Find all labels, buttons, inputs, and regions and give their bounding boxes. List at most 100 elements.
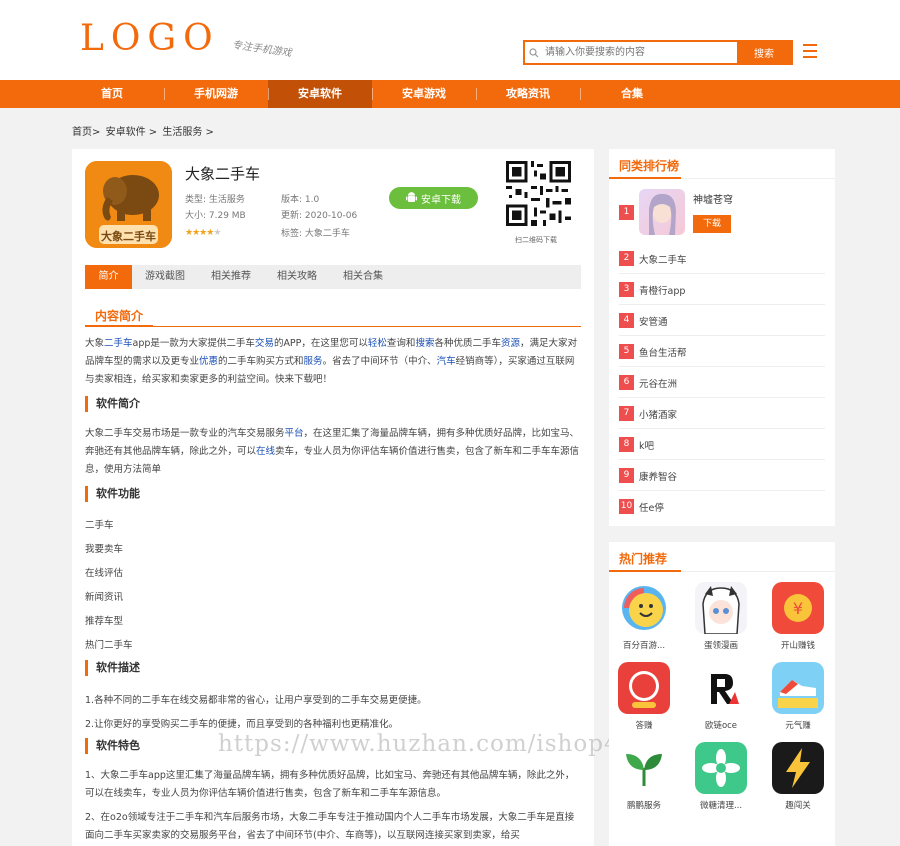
app-updated: 更新: 2020-10-06 <box>281 211 358 221</box>
flower-icon <box>695 742 747 794</box>
search-icon <box>525 42 543 63</box>
ranking-top-item[interactable]: 1 神墟苍穹 下载 <box>619 189 825 239</box>
tab-screenshots[interactable]: 游戏截图 <box>132 265 198 289</box>
android-download-button[interactable]: 安卓下载 <box>389 187 478 209</box>
ranking-row[interactable]: 3 青橙行app <box>619 274 825 305</box>
ranking-name: 鱼台生活帮 <box>639 348 687 359</box>
ranking-download-button[interactable]: 下载 <box>693 215 731 233</box>
intro-paragraph: 大象二手车app是一款为大家提供二手车交易的APP，在这里您可以轻松查询和搜索各… <box>85 338 577 385</box>
hot-item[interactable]: 百分百游... <box>614 582 674 651</box>
hot-item[interactable]: ¥ 开山赚钱 <box>768 582 828 651</box>
keyword-link[interactable]: 服务 <box>304 356 323 367</box>
hot-item[interactable]: 鹏鹏服务 <box>614 742 674 811</box>
feature-item: 推荐车型 <box>85 616 124 627</box>
rank-number: 9 <box>619 468 634 483</box>
keyword-link[interactable]: 汽车 <box>437 356 456 367</box>
hot-item[interactable]: 趣闯关 <box>768 742 828 811</box>
tab-related-guides[interactable]: 相关攻略 <box>264 265 330 289</box>
search-button[interactable]: 搜索 <box>737 42 791 63</box>
rank-number: 3 <box>619 282 634 297</box>
site-logo[interactable]: LOGO <box>80 18 220 59</box>
hot-item-name: 蛋领漫画 <box>703 641 738 651</box>
ranking-row[interactable]: 10 任e停 <box>619 491 825 522</box>
section-title-description: 软件描述 <box>85 660 140 676</box>
description-item: 1.各种不同的二手车在线交易都非常的省心，让用户享受到的二手车交易更便捷。 <box>85 695 427 706</box>
keyword-link[interactable]: 平台 <box>285 428 304 439</box>
download-label: 安卓下载 <box>421 194 461 206</box>
ranking-row[interactable]: 8 k吧 <box>619 429 825 460</box>
main-nav: 首页 手机网游 安卓软件 安卓游戏 攻略资讯 合集 <box>0 80 900 108</box>
breadcrumb-android-software[interactable]: 安卓软件 > <box>106 127 158 138</box>
feature-item: 我要卖车 <box>85 544 124 555</box>
keyword-link[interactable]: 在线 <box>256 446 275 457</box>
hot-item-name: 百分百游... <box>622 641 666 651</box>
hot-title: 热门推荐 <box>619 552 668 566</box>
nav-item-android-software[interactable]: 安卓软件 <box>268 80 372 108</box>
hot-item[interactable]: 蛋领漫画 <box>691 582 751 651</box>
game-avatar-icon <box>639 189 685 235</box>
ranking-name: 小猪酒家 <box>639 410 678 421</box>
keyword-link[interactable]: 轻松 <box>368 338 387 349</box>
hot-item[interactable]: 元气赚 <box>768 662 828 731</box>
r-logo-icon <box>695 662 747 714</box>
ranking-name: 青橙行app <box>639 286 686 297</box>
hot-recommend-panel: 热门推荐 百分百游... 蛋领漫画 ¥ 开山赚钱 答赚 欧链oce 元气赚 鹏鹏… <box>609 542 835 846</box>
ranking-row[interactable]: 5 鱼台生活帮 <box>619 336 825 367</box>
nav-item-online-games[interactable]: 手机网游 <box>164 80 268 108</box>
ranking-row[interactable]: 6 元谷在洲 <box>619 367 825 398</box>
rank-number: 6 <box>619 375 634 390</box>
app-version: 版本: 1.0 <box>281 195 320 205</box>
app-category: 类型: 生活服务 <box>185 195 245 205</box>
ranking-row[interactable]: 7 小猪酒家 <box>619 398 825 429</box>
nav-item-guides[interactable]: 攻略资讯 <box>476 80 580 108</box>
breadcrumb-life-service[interactable]: 生活服务 > <box>162 127 214 138</box>
sneaker-icon <box>772 662 824 714</box>
site-header: LOGO 专注手机游戏 搜索 <box>0 0 900 80</box>
section-title-features: 软件功能 <box>85 486 140 502</box>
nav-item-collections[interactable]: 合集 <box>580 80 684 108</box>
site-slogan: 专注手机游戏 <box>231 39 293 60</box>
hot-item[interactable]: 欧链oce <box>691 662 751 731</box>
ranking-name: k吧 <box>639 441 655 452</box>
ranking-name: 大象二手车 <box>639 255 687 266</box>
keyword-link[interactable]: 资源 <box>501 338 520 349</box>
ranking-title: 同类排行榜 <box>619 159 680 173</box>
description-item: 2.让你更好的享受购买二手车的便捷，而且享受到的各种福利也更精准化。 <box>85 719 399 730</box>
section-title-software-intro: 软件简介 <box>85 396 140 412</box>
ranking-top-name: 神墟苍穹 <box>693 195 733 206</box>
search-input[interactable] <box>543 42 737 63</box>
rank-number: 1 <box>619 205 634 220</box>
keyword-link[interactable]: 优惠 <box>199 356 218 367</box>
breadcrumb-home[interactable]: 首页> <box>72 127 100 138</box>
content-intro-heading: 内容简介 <box>85 305 581 327</box>
hot-item-name: 鹏鹏服务 <box>626 801 661 811</box>
ranking-row[interactable]: 4 安管通 <box>619 305 825 336</box>
hot-item[interactable]: 答赚 <box>614 662 674 731</box>
hot-item-name: 开山赚钱 <box>780 641 815 651</box>
tab-intro[interactable]: 简介 <box>85 265 132 289</box>
detail-tabs: 简介 游戏截图 相关推荐 相关攻略 相关合集 <box>85 265 581 289</box>
app-icon: 大象二手车 <box>85 161 172 248</box>
smile-icon <box>618 582 670 634</box>
tab-related-recommend[interactable]: 相关推荐 <box>198 265 264 289</box>
breadcrumb: 首页> 安卓软件 > 生活服务 > <box>72 123 216 138</box>
hot-item-name: 元气赚 <box>785 721 811 731</box>
section-title-highlights: 软件特色 <box>85 738 140 754</box>
keyword-link[interactable]: 交易 <box>255 338 274 349</box>
hot-item[interactable]: 微糖清理... <box>691 742 751 811</box>
app-tags: 标签: 大象二手车 <box>281 229 350 239</box>
keyword-link[interactable]: 二手车 <box>104 338 133 349</box>
nav-item-android-games[interactable]: 安卓游戏 <box>372 80 476 108</box>
feature-item: 在线评估 <box>85 568 124 579</box>
ranking-row[interactable]: 2 大象二手车 <box>619 243 825 274</box>
hot-item-name: 答赚 <box>635 721 653 731</box>
ranking-name: 康养智谷 <box>639 472 678 483</box>
svg-text:¥: ¥ <box>793 599 803 618</box>
ranking-row[interactable]: 9 康养智谷 <box>619 460 825 491</box>
hamburger-menu-icon[interactable] <box>803 44 817 62</box>
ranking-header: 同类排行榜 <box>609 149 835 179</box>
nav-item-home[interactable]: 首页 <box>60 80 164 108</box>
keyword-link[interactable]: 搜索 <box>415 338 434 349</box>
tab-related-collections[interactable]: 相关合集 <box>330 265 396 289</box>
star-empty-icon: ★ <box>213 228 221 238</box>
